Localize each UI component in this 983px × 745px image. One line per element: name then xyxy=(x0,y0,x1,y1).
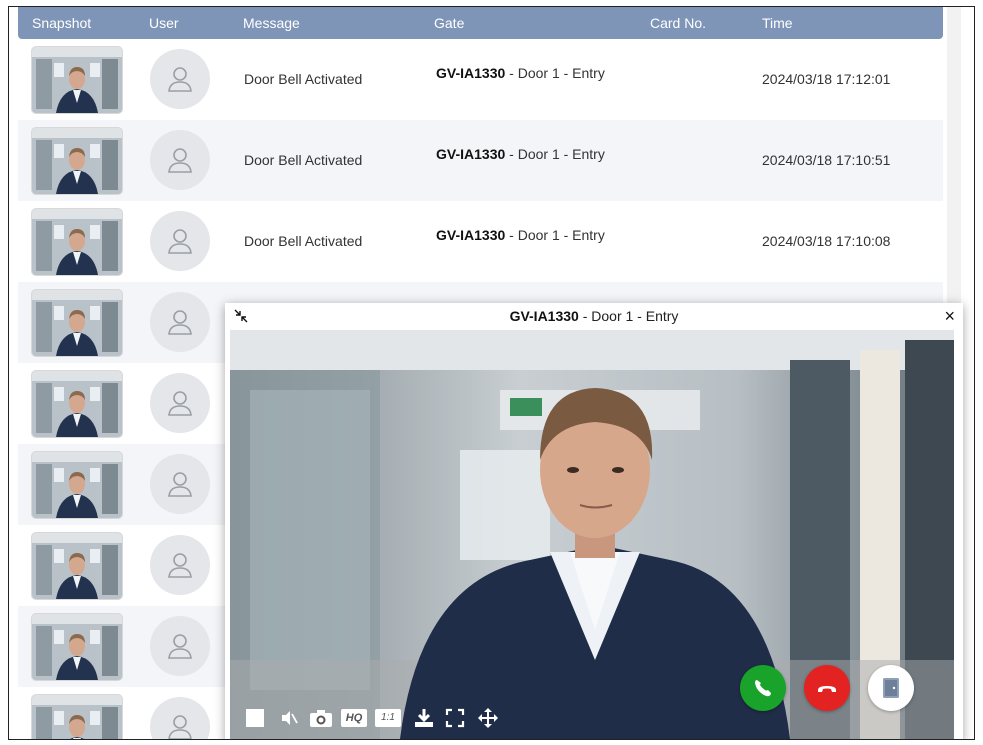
person-icon xyxy=(168,229,192,254)
event-gate: GV-IA1330 - Door 1 - Entry xyxy=(436,146,605,162)
table-row[interactable]: Door Bell Activated GV-IA1330 - Door 1 -… xyxy=(18,39,943,120)
live-video[interactable]: HQ 1:1 xyxy=(230,330,954,739)
snapshot-thumbnail[interactable] xyxy=(32,614,122,680)
person-icon xyxy=(168,67,192,92)
user-avatar xyxy=(150,535,210,595)
user-avatar xyxy=(150,697,210,739)
event-table: Snapshot User Message Gate Card No. Time… xyxy=(18,7,943,739)
event-message: Door Bell Activated xyxy=(244,152,363,168)
camera-icon[interactable] xyxy=(308,707,334,729)
person-icon xyxy=(168,391,192,416)
gate-device: GV-IA1330 xyxy=(436,146,506,162)
fullscreen-icon[interactable] xyxy=(444,707,466,729)
column-user: User xyxy=(149,15,179,31)
person-icon xyxy=(168,310,192,335)
phone-icon xyxy=(755,680,771,697)
snapshot-thumbnail[interactable] xyxy=(32,209,122,275)
user-avatar xyxy=(150,373,210,433)
table-header: Snapshot User Message Gate Card No. Time xyxy=(18,7,943,39)
answer-call-button[interactable] xyxy=(740,665,786,711)
live-view-popup: GV-IA1330 - Door 1 - Entry × HQ 1:1 xyxy=(225,303,963,739)
person-icon xyxy=(168,472,192,497)
close-button[interactable]: × xyxy=(944,305,955,327)
hq-label: HQ xyxy=(341,709,367,727)
snapshot-thumbnail[interactable] xyxy=(32,128,122,194)
snapshot-thumbnail[interactable] xyxy=(32,371,122,437)
person-icon xyxy=(168,634,192,659)
snapshot-thumbnail[interactable] xyxy=(32,47,122,113)
gate-detail: - Door 1 - Entry xyxy=(505,146,605,162)
person-icon xyxy=(168,553,192,578)
event-time: 2024/03/18 17:10:51 xyxy=(762,152,891,168)
person-icon xyxy=(168,715,192,739)
gate-device: GV-IA1330 xyxy=(436,227,506,243)
gate-detail: - Door 1 - Entry xyxy=(505,65,605,81)
popup-title: GV-IA1330 - Door 1 - Entry xyxy=(225,303,963,330)
mute-icon[interactable] xyxy=(278,707,300,729)
column-message: Message xyxy=(243,15,300,31)
one-to-one-label: 1:1 xyxy=(375,709,401,727)
snapshot-thumbnail[interactable] xyxy=(32,695,122,739)
person-icon xyxy=(168,148,192,173)
hang-up-button[interactable] xyxy=(804,665,850,711)
stop-icon[interactable] xyxy=(244,707,266,729)
snapshot-thumbnail[interactable] xyxy=(32,290,122,356)
download-icon[interactable] xyxy=(412,707,436,729)
popup-gate-detail: - Door 1 - Entry xyxy=(578,308,679,324)
column-snapshot: Snapshot xyxy=(32,15,92,31)
table-row[interactable]: Door Bell Activated GV-IA1330 - Door 1 -… xyxy=(18,201,943,282)
one-to-one-button[interactable]: 1:1 xyxy=(374,707,402,729)
user-avatar xyxy=(150,616,210,676)
user-avatar xyxy=(150,130,210,190)
user-avatar xyxy=(150,454,210,514)
event-time: 2024/03/18 17:12:01 xyxy=(762,71,891,87)
user-avatar xyxy=(150,49,210,109)
column-gate: Gate xyxy=(434,15,465,31)
hq-button[interactable]: HQ xyxy=(340,707,368,729)
hang-up-icon xyxy=(818,686,836,692)
gate-device: GV-IA1330 xyxy=(436,65,506,81)
column-card-no: Card No. xyxy=(650,15,707,31)
minimize-icon[interactable] xyxy=(233,308,249,324)
event-message: Door Bell Activated xyxy=(244,71,363,87)
unlock-door-button[interactable] xyxy=(868,665,914,711)
column-time: Time xyxy=(762,15,793,31)
event-message: Door Bell Activated xyxy=(244,233,363,249)
events-panel: Snapshot User Message Gate Card No. Time… xyxy=(8,6,975,740)
popup-device: GV-IA1330 xyxy=(509,308,579,324)
event-gate: GV-IA1330 - Door 1 - Entry xyxy=(436,227,605,243)
move-icon[interactable] xyxy=(476,707,500,729)
event-gate: GV-IA1330 - Door 1 - Entry xyxy=(436,65,605,81)
door-icon xyxy=(883,678,899,698)
user-avatar xyxy=(150,211,210,271)
user-avatar xyxy=(150,292,210,352)
snapshot-thumbnail[interactable] xyxy=(32,452,122,518)
snapshot-thumbnail[interactable] xyxy=(32,533,122,599)
event-time: 2024/03/18 17:10:08 xyxy=(762,233,891,249)
gate-detail: - Door 1 - Entry xyxy=(505,227,605,243)
table-row[interactable]: Door Bell Activated GV-IA1330 - Door 1 -… xyxy=(18,120,943,201)
